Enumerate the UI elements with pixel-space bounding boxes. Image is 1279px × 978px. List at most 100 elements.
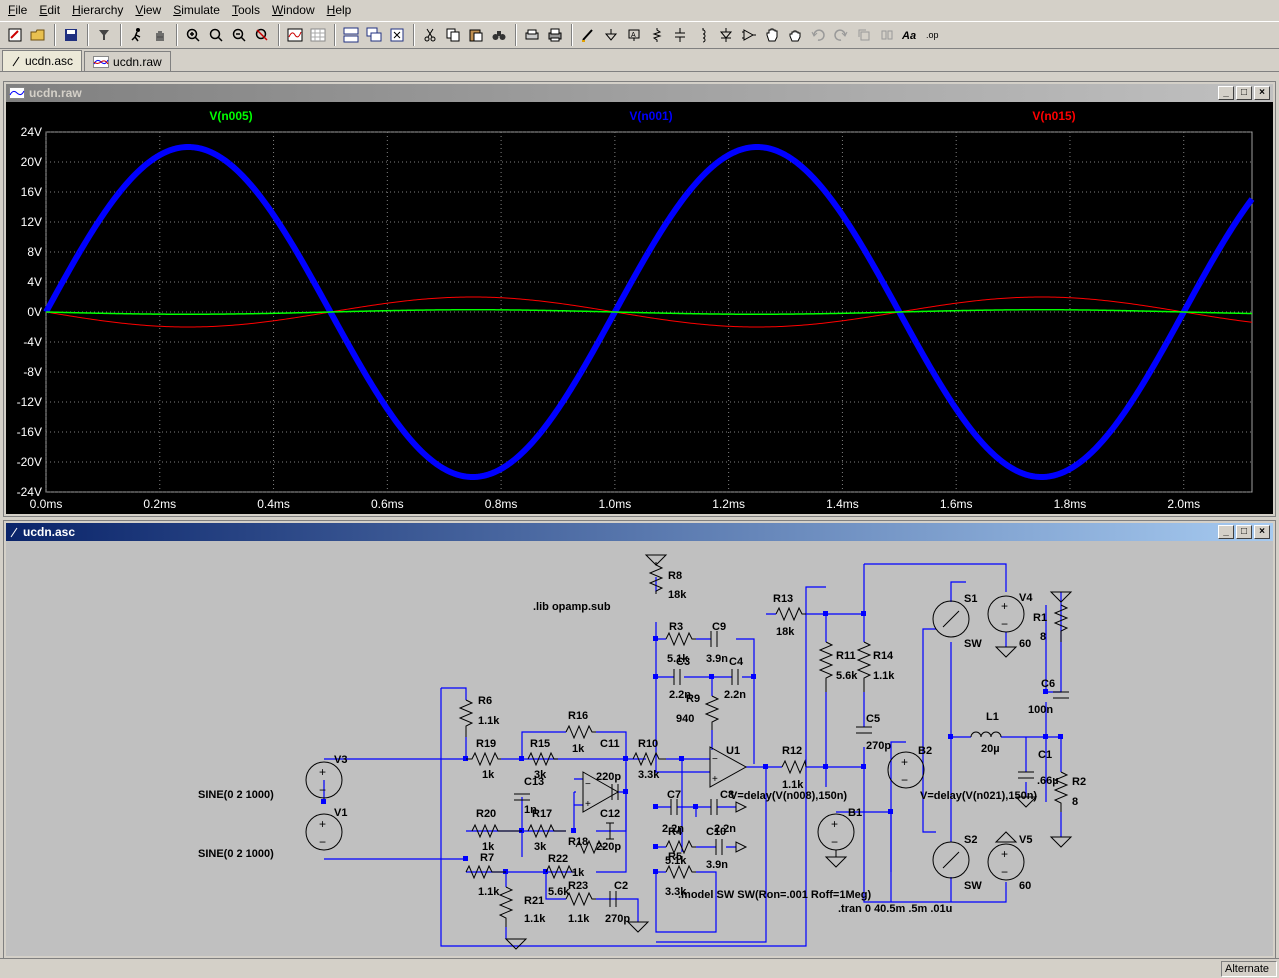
menu-window[interactable]: Window (266, 1, 321, 19)
autorange-icon[interactable] (284, 24, 306, 46)
x-tick-label: 0.8ms (485, 497, 518, 511)
cascade-icon[interactable] (363, 24, 385, 46)
svg-text:220p: 220p (596, 841, 621, 853)
print-setup-icon[interactable] (521, 24, 543, 46)
maximize-button[interactable]: □ (1236, 525, 1252, 539)
x-tick-label: 1.8ms (1054, 497, 1087, 511)
legend-label[interactable]: V(n015) (1032, 109, 1075, 123)
inductor-icon[interactable] (692, 24, 714, 46)
status-mode: Alternate (1221, 961, 1277, 977)
zoom-fit-icon[interactable] (205, 24, 227, 46)
svg-text:B1: B1 (848, 807, 862, 819)
y-tick-label: -8V (23, 365, 42, 379)
run-icon[interactable] (126, 24, 148, 46)
svg-text:60: 60 (1019, 638, 1031, 650)
y-tick-label: -4V (23, 335, 42, 349)
waveform-plot[interactable]: 24V20V16V12V8V4V0V-4V-8V-12V-16V-20V-24V… (6, 102, 1273, 514)
menu-hierarchy[interactable]: Hierarchy (66, 1, 129, 19)
schematic-icon (12, 56, 20, 67)
component-icon[interactable] (738, 24, 760, 46)
svg-text:−: − (585, 779, 591, 790)
legend-label[interactable]: V(n005) (209, 109, 252, 123)
tab-waveform[interactable]: ucdn.raw (84, 51, 171, 71)
paste-icon[interactable] (465, 24, 487, 46)
capacitor-icon[interactable] (669, 24, 691, 46)
tile-horizontal-icon[interactable] (340, 24, 362, 46)
y-tick-label: 0V (27, 305, 42, 319)
svg-text:V1: V1 (334, 807, 347, 819)
menu-view[interactable]: View (129, 1, 167, 19)
menu-edit[interactable]: Edit (33, 1, 66, 19)
waveform-icon (93, 55, 110, 68)
new-schematic-icon[interactable] (4, 24, 26, 46)
copy-icon[interactable] (442, 24, 464, 46)
zoom-out-icon[interactable] (228, 24, 250, 46)
diode-icon[interactable] (715, 24, 737, 46)
control-panel-icon[interactable] (93, 24, 115, 46)
svg-text:−: − (831, 835, 838, 849)
resistor-icon[interactable] (646, 24, 668, 46)
close-all-icon[interactable] (386, 24, 408, 46)
menu-tools[interactable]: Tools (226, 1, 266, 19)
waveform-window-titlebar[interactable]: ucdn.raw _ □ × (6, 84, 1273, 102)
redo-icon[interactable] (830, 24, 852, 46)
svg-text:100n: 100n (1028, 704, 1053, 716)
schematic-window-titlebar[interactable]: ucdn.asc _ □ × (6, 523, 1273, 541)
rotate-icon[interactable] (853, 24, 875, 46)
text-icon[interactable]: Aa (899, 24, 921, 46)
svg-text:R23: R23 (568, 880, 588, 892)
svg-text:+: + (1001, 847, 1008, 861)
svg-text:1k: 1k (572, 867, 585, 879)
maximize-button[interactable]: □ (1236, 86, 1252, 100)
svg-text:C6: C6 (1041, 678, 1055, 690)
svg-text:C4: C4 (729, 656, 744, 668)
ground-icon[interactable] (600, 24, 622, 46)
close-button[interactable]: × (1254, 525, 1270, 539)
draw-wire-icon[interactable] (577, 24, 599, 46)
svg-text:R16: R16 (568, 710, 588, 722)
mirror-icon[interactable] (876, 24, 898, 46)
minimize-button[interactable]: _ (1218, 525, 1234, 539)
open-folder-icon[interactable] (27, 24, 49, 46)
x-tick-label: 1.4ms (826, 497, 859, 511)
label-net-icon[interactable]: A (623, 24, 645, 46)
svg-text:220p: 220p (596, 771, 621, 783)
svg-text:3.3k: 3.3k (638, 769, 660, 781)
svg-text:R9: R9 (686, 693, 700, 705)
svg-text:−: − (1001, 865, 1008, 879)
legend-label[interactable]: V(n001) (629, 109, 672, 123)
minimize-button[interactable]: _ (1218, 86, 1234, 100)
zoom-cancel-icon[interactable] (251, 24, 273, 46)
halt-icon[interactable] (149, 24, 171, 46)
schematic-canvas[interactable]: + − + − + − + − + − + − − + − + R8 18k .lib opam… (6, 541, 1273, 956)
spice-directive-icon[interactable]: .op (922, 24, 944, 46)
svg-text:C13: C13 (524, 776, 544, 788)
menu-help[interactable]: Help (321, 1, 358, 19)
svg-text:R20: R20 (476, 808, 496, 820)
drag-hand-icon[interactable] (784, 24, 806, 46)
svg-text:R4: R4 (668, 826, 683, 838)
menu-simulate[interactable]: Simulate (167, 1, 226, 19)
svg-text:S1: S1 (964, 593, 977, 605)
tab-schematic[interactable]: ucdn.asc (2, 50, 83, 71)
svg-text:−: − (1001, 617, 1008, 631)
menu-file[interactable]: File (2, 1, 33, 19)
move-hand-icon[interactable] (761, 24, 783, 46)
undo-icon[interactable] (807, 24, 829, 46)
save-icon[interactable] (60, 24, 82, 46)
toolbar: A Aa .op (0, 21, 1279, 49)
svg-text:C7: C7 (667, 789, 681, 801)
find-icon[interactable] (488, 24, 510, 46)
print-icon[interactable] (544, 24, 566, 46)
svg-text:+: + (712, 774, 718, 785)
svg-text:3.9n: 3.9n (706, 859, 728, 871)
grid-icon[interactable] (307, 24, 329, 46)
svg-text:1k: 1k (482, 769, 495, 781)
model-directive: .model SW SW(Ron=.001 Roff=1Meg) (678, 889, 871, 901)
zoom-in-icon[interactable] (182, 24, 204, 46)
svg-text:U1: U1 (726, 745, 740, 757)
cut-icon[interactable] (419, 24, 441, 46)
close-button[interactable]: × (1254, 86, 1270, 100)
svg-text:1.1k: 1.1k (873, 670, 895, 682)
waveform-icon (9, 87, 25, 99)
